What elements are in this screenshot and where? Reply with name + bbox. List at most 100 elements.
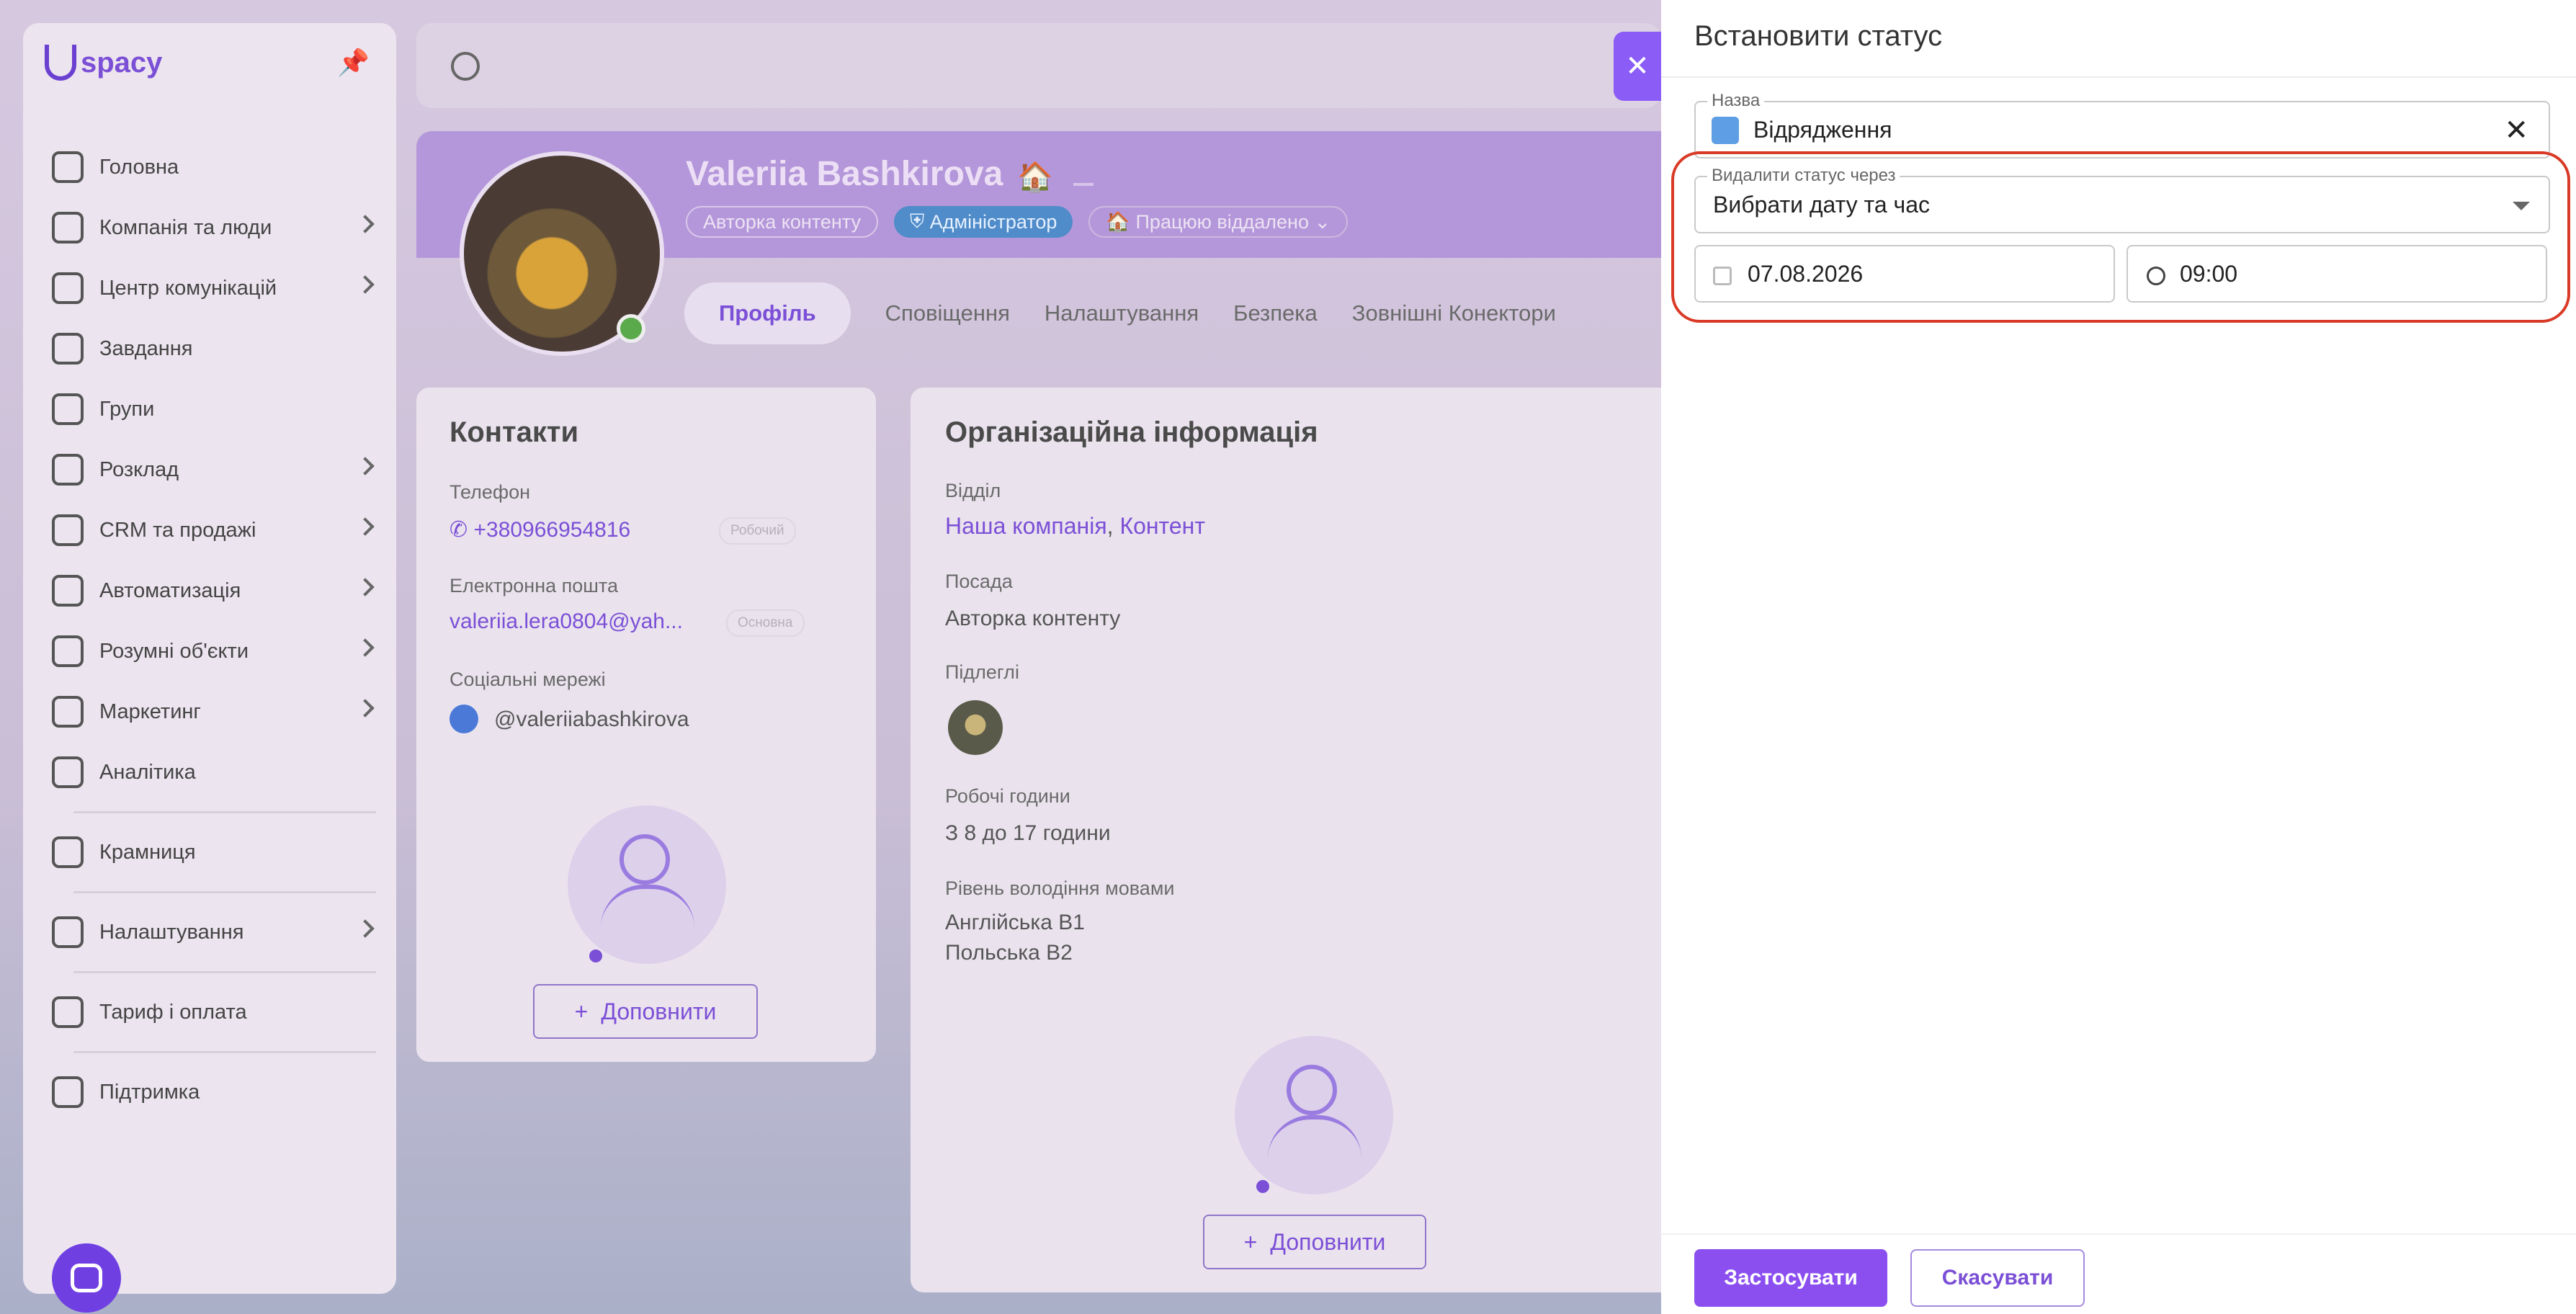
social-label: Соціальні мережі (450, 669, 606, 690)
tab-settings[interactable]: Налаштування (1045, 282, 1199, 344)
chevron-right-icon (356, 638, 375, 657)
contacts-add-button[interactable]: + Доповнити (533, 984, 758, 1039)
pin-icon[interactable]: 📌 (337, 48, 370, 82)
apply-button[interactable]: Застосувати (1694, 1249, 1887, 1307)
sidebar-item[interactable]: Маркетинг (52, 681, 376, 742)
database-icon (52, 514, 84, 546)
tab-security[interactable]: Безпека (1233, 282, 1318, 344)
calendar-icon (52, 454, 84, 486)
scan-icon (52, 635, 84, 667)
sidebar-item[interactable]: Завдання (52, 318, 376, 379)
sidebar-item[interactable]: Тариф і оплата (52, 982, 376, 1042)
clear-icon[interactable]: ✕ (2504, 116, 2528, 145)
sidebar-item-label: Аналітика (99, 760, 196, 784)
work-status-dropdown[interactable]: 🏠 Працюю віддалено ⌄ (1088, 206, 1349, 238)
cancel-button[interactable]: Скасувати (1910, 1249, 2085, 1307)
position-label: Посада (945, 571, 1013, 592)
logo-text: spacy (81, 46, 163, 79)
sidebar-nav: Головна Компанія та люди Центр комунікацій… (52, 137, 376, 1122)
sidebar-divider (73, 891, 376, 893)
sidebar-item[interactable]: Компанія та люди (52, 197, 376, 258)
tab-external-connectors[interactable]: Зовнішні Конектори (1352, 282, 1556, 344)
profile-name: Valeriia Bashkirova (686, 155, 1003, 193)
empty-state-illustration (560, 805, 726, 964)
sidebar-item-label: CRM та продажі (99, 518, 256, 542)
email-label: Електронна пошта (450, 575, 619, 596)
chevron-right-icon (356, 919, 375, 938)
status-name-field[interactable]: Назва Відрядження ✕ (1694, 91, 2550, 158)
tab-profile[interactable]: Профіль (684, 282, 851, 344)
dept-value: Наша компанія, Контент (945, 513, 1205, 539)
sidebar-item-label: Крамниця (99, 840, 196, 864)
chat-edit-icon (52, 272, 84, 304)
check-circle-icon (52, 333, 84, 365)
dept-link-company[interactable]: Наша компанія (945, 513, 1107, 539)
sidebar-item[interactable]: CRM та продажі (52, 500, 376, 560)
phone-tag: Робочий (719, 517, 796, 545)
facebook-icon (450, 705, 478, 733)
phone-link[interactable]: ✆ +380966954816 (450, 517, 630, 542)
sidebar-item[interactable]: Налаштування (52, 902, 376, 962)
profile-badges: Авторка контенту ⛨ Адміністратор 🏠 Працю… (686, 206, 1349, 238)
gear-icon (52, 916, 84, 948)
chevron-right-icon (356, 699, 375, 718)
language-polish: Польська B2 (945, 941, 1073, 965)
profile-tabs: Профіль Сповіщення Налаштування Безпека … (684, 282, 1556, 344)
sidebar-divider (73, 971, 376, 973)
shield-icon: ⛨ (909, 210, 930, 232)
sidebar-item[interactable]: Розумні об'єкти (52, 621, 376, 681)
sidebar-item[interactable]: Крамниця (52, 822, 376, 882)
language-english: Англійська B1 (945, 911, 1085, 934)
sidebar-item-label: Групи (99, 397, 155, 421)
search-icon (451, 52, 480, 81)
sidebar-divider (73, 811, 376, 813)
role-badge: Авторка контенту (686, 206, 878, 238)
admin-badge: ⛨ Адміністратор (893, 206, 1073, 238)
dept-label: Відділ (945, 480, 1001, 501)
org-info-card: Організаційна інформація Відділ Наша ком… (911, 388, 1661, 1292)
status-name-legend: Назва (1707, 91, 1765, 111)
logo[interactable]: spacy (45, 45, 162, 81)
sidebar-item[interactable]: Підтримка (52, 1062, 376, 1122)
phone-label: Телефон (450, 481, 531, 503)
email-link[interactable]: valeriia.lera0804@yah... (450, 609, 683, 634)
sidebar-item[interactable]: Центр комунікацій (52, 258, 376, 318)
sidebar-item[interactable]: Автоматизація (52, 560, 376, 621)
home-icon (52, 151, 84, 183)
org-add-label: Доповнити (1270, 1228, 1386, 1255)
megaphone-icon (52, 696, 84, 728)
phone-value: +380966954816 (473, 518, 631, 542)
sidebar-item[interactable]: Групи (52, 379, 376, 439)
admin-badge-label: Адміністратор (929, 210, 1057, 233)
plus-icon: + (574, 998, 589, 1024)
tab-notifications[interactable]: Сповіщення (885, 282, 1010, 344)
contacts-card: Контакти Телефон ✆ +380966954816 Робочий… (416, 388, 876, 1062)
edit-icon[interactable] (1073, 166, 1094, 186)
social-value[interactable]: @valeriiabashkirova (494, 707, 689, 732)
drawer-header-divider (1661, 76, 2576, 78)
sidebar-item-label: Завдання (99, 336, 193, 360)
sidebar-item-label: Автоматизація (99, 578, 241, 602)
languages-label: Рівень володіння мовами (945, 877, 1175, 899)
chevron-right-icon (356, 457, 375, 475)
org-add-button[interactable]: + Доповнити (1203, 1215, 1426, 1269)
hours-label: Робочі години (945, 785, 1070, 807)
status-name-value: Відрядження (1753, 117, 1892, 143)
sidebar-item-label: Розклад (99, 457, 179, 481)
sidebar-item[interactable]: Головна (52, 137, 376, 197)
building-icon (52, 212, 84, 243)
lightning-icon (52, 575, 84, 607)
chat-support-button[interactable] (52, 1243, 121, 1313)
hours-value: З 8 до 17 години (945, 821, 1111, 845)
subordinate-avatar[interactable] (948, 700, 1003, 755)
dept-link-content[interactable]: Контент (1119, 513, 1205, 539)
users-icon (52, 393, 84, 425)
chevron-right-icon (356, 275, 375, 294)
briefcase-status-icon (1712, 117, 1739, 144)
sidebar-item[interactable]: Аналітика (52, 742, 376, 803)
highlight-annotation (1671, 151, 2570, 323)
sidebar-item[interactable]: Розклад (52, 439, 376, 500)
contacts-add-label: Доповнити (601, 998, 717, 1024)
close-drawer-button[interactable]: ✕ (1614, 32, 1661, 101)
global-search[interactable] (416, 23, 1661, 108)
